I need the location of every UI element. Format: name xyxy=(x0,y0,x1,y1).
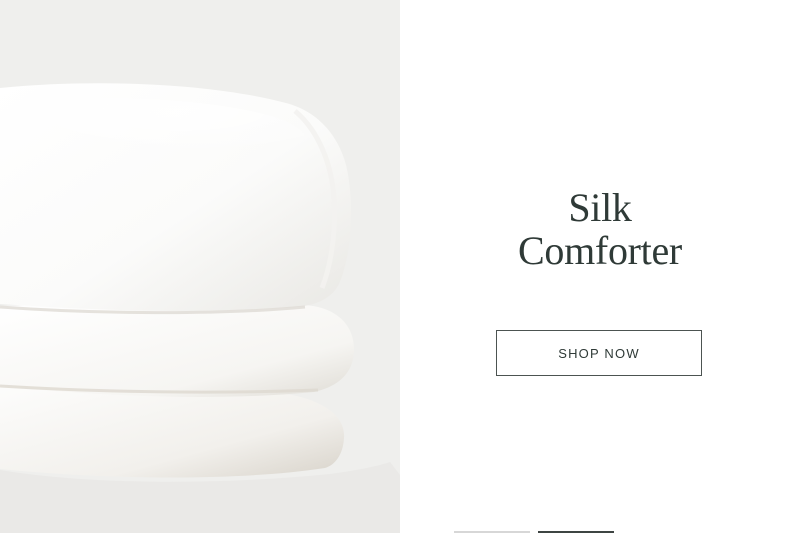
product-title-line-2: Comforter xyxy=(518,228,682,273)
comforter-bottom-fold xyxy=(0,383,345,478)
comforter-middle-fold xyxy=(0,303,354,397)
shop-now-button[interactable]: SHOP NOW xyxy=(496,330,702,376)
promo-panel: Silk Comforter SHOP NOW xyxy=(400,0,800,533)
product-title-line-1: Silk xyxy=(568,185,632,230)
silk-comforter-image[interactable] xyxy=(0,0,400,533)
promo-banner: Silk Comforter SHOP NOW xyxy=(0,0,800,533)
product-title: Silk Comforter xyxy=(400,186,800,272)
